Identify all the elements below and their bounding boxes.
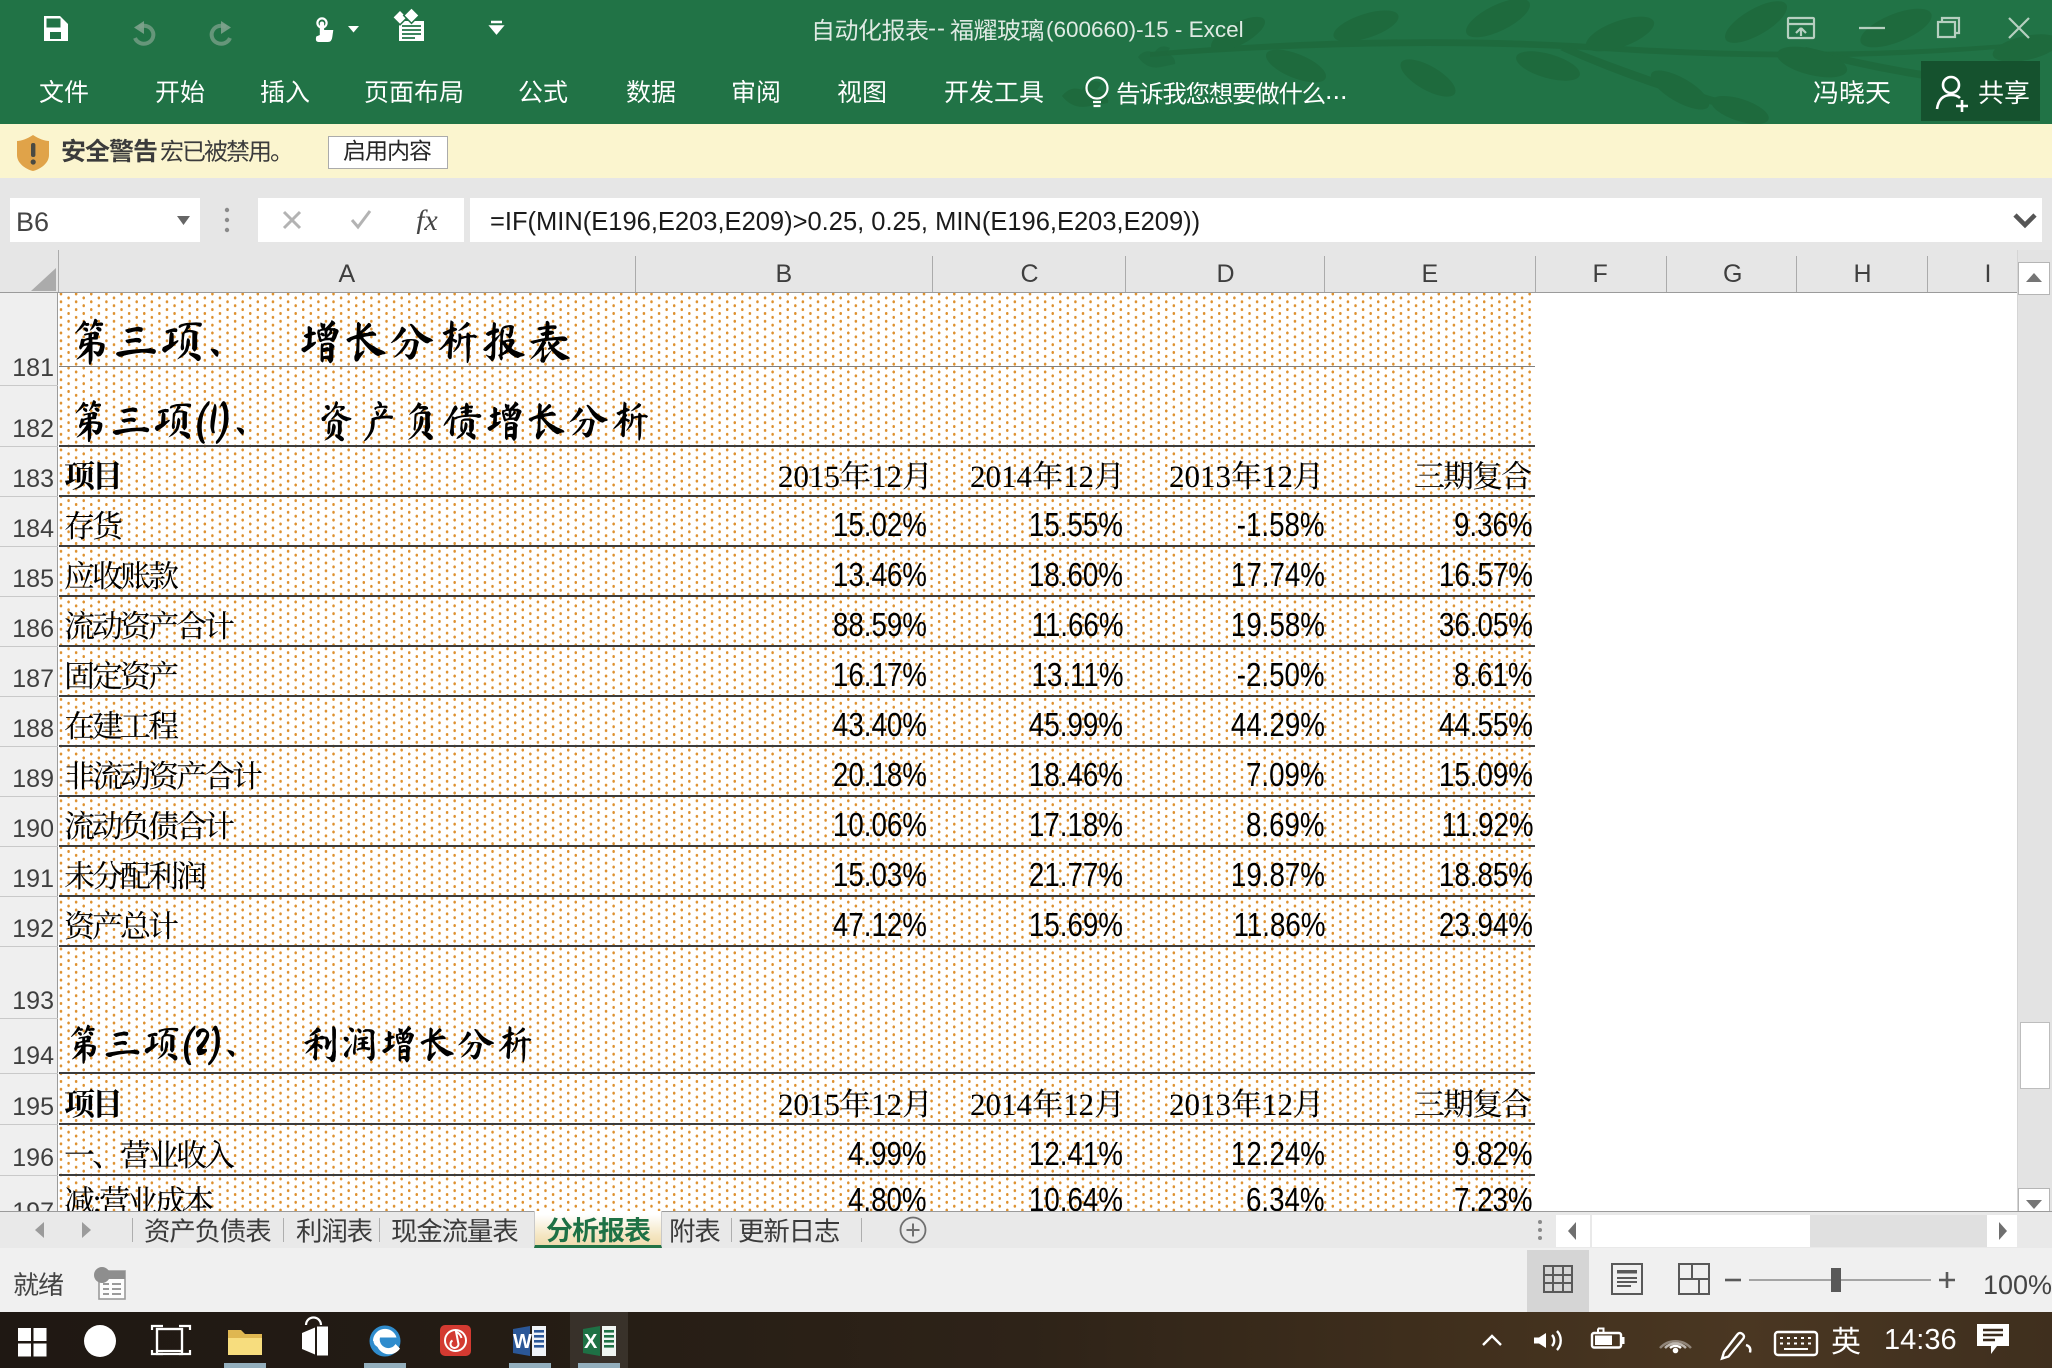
svg-text:W: W (513, 1331, 532, 1353)
svg-text:fx: fx (416, 208, 438, 234)
svg-text:X: X (584, 1331, 598, 1353)
